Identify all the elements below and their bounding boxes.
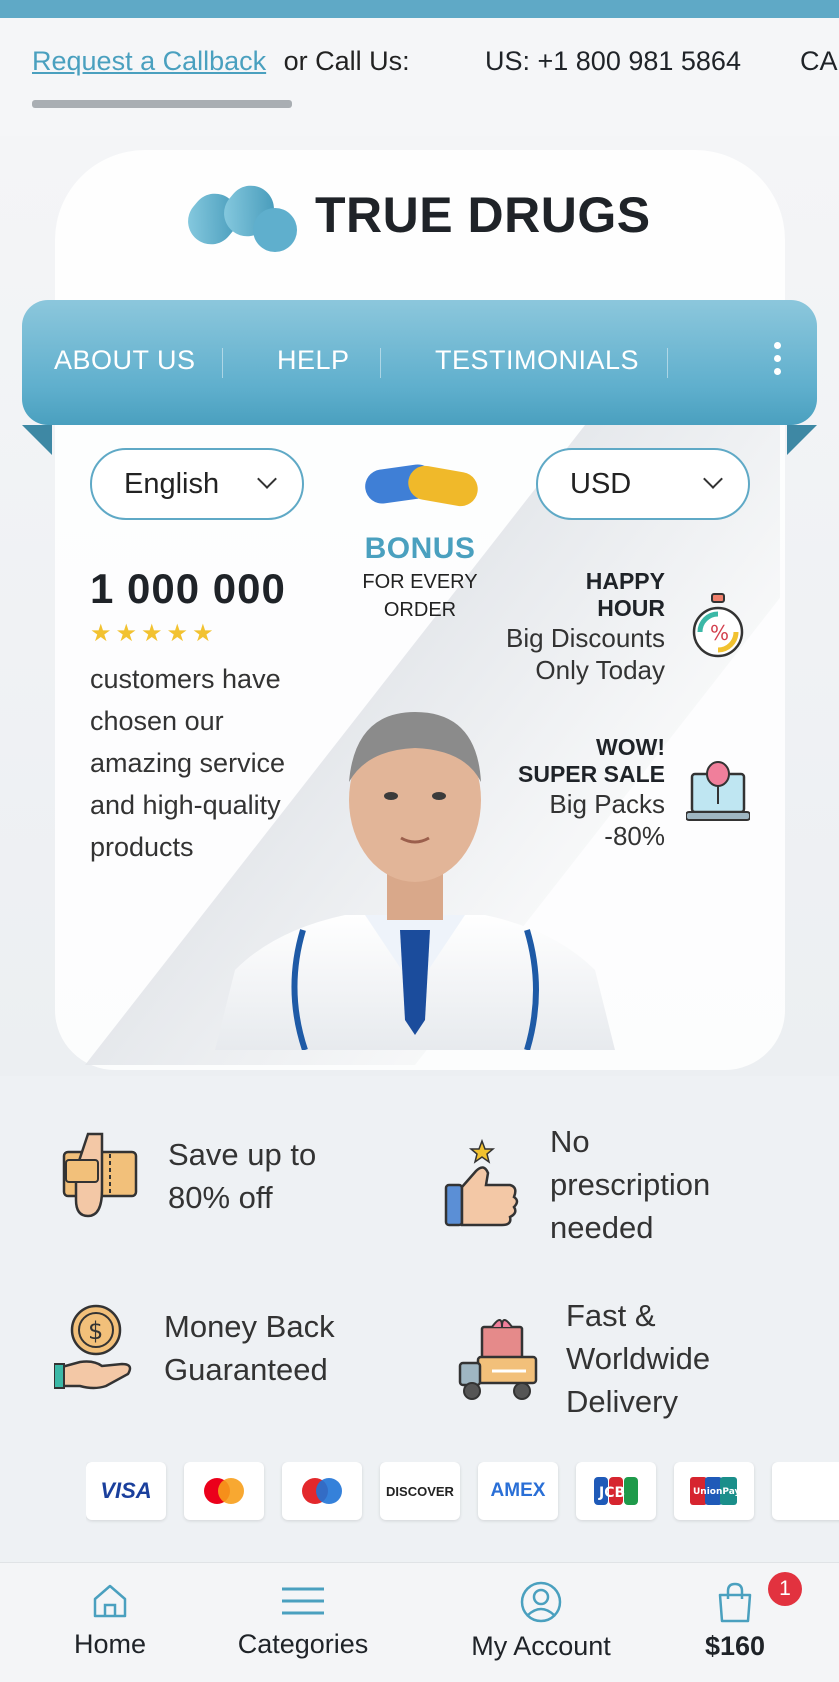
laptop-balloon-icon [686,761,750,821]
maestro-logo [282,1462,362,1520]
or-call-label: or Call Us: [283,46,410,76]
bonus-title: BONUS [364,532,476,565]
feature-no-prescription: No prescription needed [440,1120,710,1249]
main-nav: ABOUT US HELP TESTIMONIALS [22,300,817,425]
brand-name: TRUE DRUGS [315,187,651,243]
chevron-down-icon [703,469,723,489]
request-callback-link[interactable]: Request a Callback [32,46,266,76]
nav-divider [667,348,668,378]
bonus-pills-icon [365,464,478,507]
coupon-hand-icon [62,1132,138,1218]
amex-logo: AMEX [478,1462,558,1520]
svg-text:JCB: JCB [598,1485,625,1501]
callback-bar: Request a Callback or Call Us: US: +1 80… [0,18,839,136]
svg-text:UnionPay: UnionPay [693,1487,738,1497]
nav-help[interactable]: HELP [277,345,350,376]
horizontal-scrollbar[interactable] [32,100,292,108]
ribbon-fold-left [22,425,52,455]
discover-logo: DISCOVER [380,1462,460,1520]
unionpay-logo: UnionPay [674,1462,754,1520]
more-vertical-icon[interactable] [774,342,782,381]
feature-money-back: $ Money Back Guaranteed [54,1302,335,1394]
bottom-nav-home[interactable]: Home [70,1581,150,1660]
pill-logo-icon [188,185,297,252]
user-icon [520,1581,562,1623]
chevron-down-icon [257,469,277,489]
delivery-truck-icon [458,1318,538,1400]
nav-about-us[interactable]: ABOUT US [54,345,196,376]
customer-count: 1 000 000 [90,565,286,612]
currency-select[interactable]: USD [536,448,750,520]
svg-text:$: $ [88,1317,103,1345]
features-grid: Save up to 80% off No prescription neede… [0,1080,839,1480]
rating-stars: ★★★★★ [90,620,218,647]
language-value: English [124,468,220,500]
thumbs-up-icon [444,1138,519,1226]
ca-phone-link[interactable]: CA [800,46,838,77]
bottom-nav: Home Categories My Account $160 [0,1562,839,1682]
brand-logo[interactable]: TRUE DRUGS [185,178,685,258]
ribbon-fold-right [787,425,817,455]
nav-divider [222,348,223,378]
top-accent-bar [0,0,839,18]
nav-testimonials[interactable]: TESTIMONIALS [435,345,639,376]
visa-logo: VISA [86,1462,166,1520]
stopwatch-percent-icon: % [692,593,744,658]
payment-logo-partial [772,1462,839,1520]
svg-text:%: % [710,621,729,645]
cart-count-badge: 1 [768,1572,802,1606]
nav-divider [380,348,381,378]
bottom-nav-account[interactable]: My Account [456,1581,626,1662]
bottom-nav-cart[interactable]: $160 [695,1581,775,1662]
language-select[interactable]: English [90,448,304,520]
jcb-logo: JCB [576,1462,656,1520]
mastercard-logo [184,1462,264,1520]
currency-value: USD [570,468,632,500]
payment-methods: VISA DISCOVER AMEX JCB UnionPay [86,1462,839,1526]
doctor-photo [215,712,615,1050]
us-phone-link[interactable]: US: +1 800 981 5864 [485,46,741,77]
menu-icon [282,1587,324,1615]
feature-save: Save up to 80% off [58,1130,316,1222]
home-icon [93,1584,127,1618]
bottom-nav-categories[interactable]: Categories [228,1581,378,1660]
shopping-bag-icon [718,1582,752,1623]
happy-hour-promo[interactable]: HAPPY HOUR Big Discounts Only Today [415,568,665,686]
coin-hand-icon: $ [54,1304,132,1390]
feature-delivery: Fast & Worldwide Delivery [456,1294,710,1423]
